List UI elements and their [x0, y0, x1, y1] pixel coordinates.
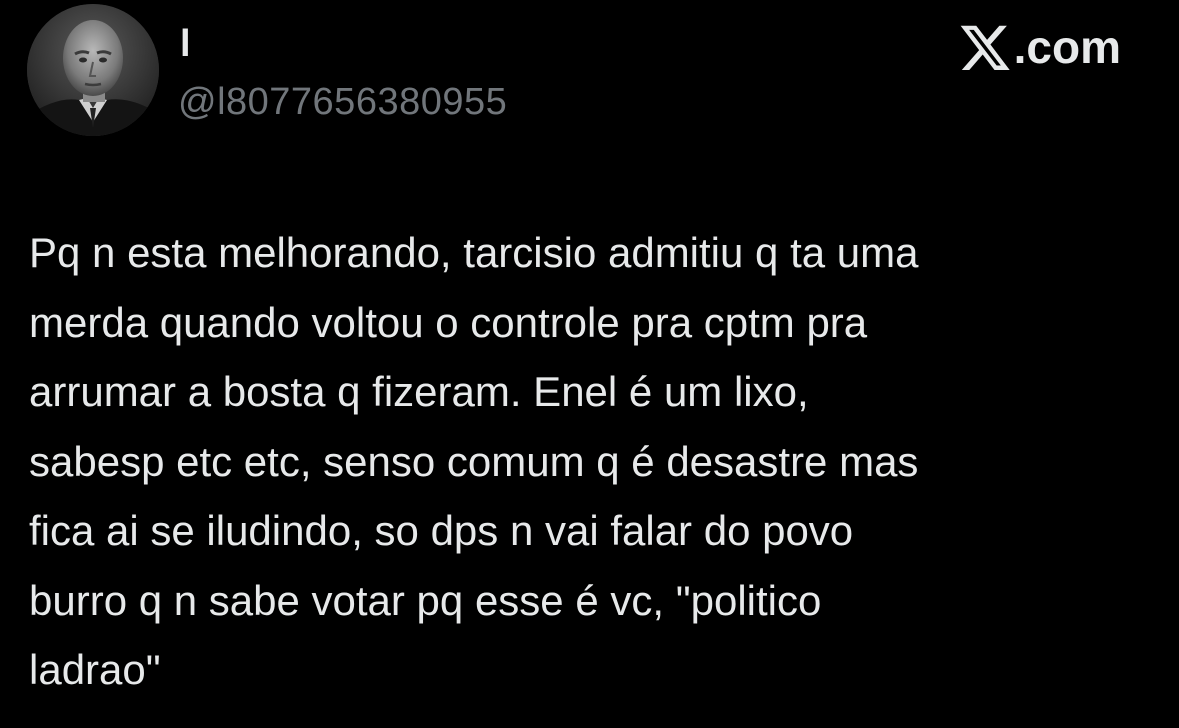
avatar[interactable]	[27, 4, 159, 136]
author-display-name[interactable]: l	[180, 22, 191, 66]
avatar-photo-icon	[27, 4, 159, 136]
x-logo-icon	[960, 25, 1010, 70]
author-handle[interactable]: @l8077656380955	[178, 80, 507, 124]
tweet-card: l @l8077656380955 .com Pq n esta melhora…	[0, 0, 1179, 728]
brand-label: .com	[1013, 21, 1121, 73]
tweet-text: Pq n esta melhorando, tarcisio admitiu q…	[29, 229, 919, 693]
brand-watermark: .com	[960, 22, 1121, 72]
